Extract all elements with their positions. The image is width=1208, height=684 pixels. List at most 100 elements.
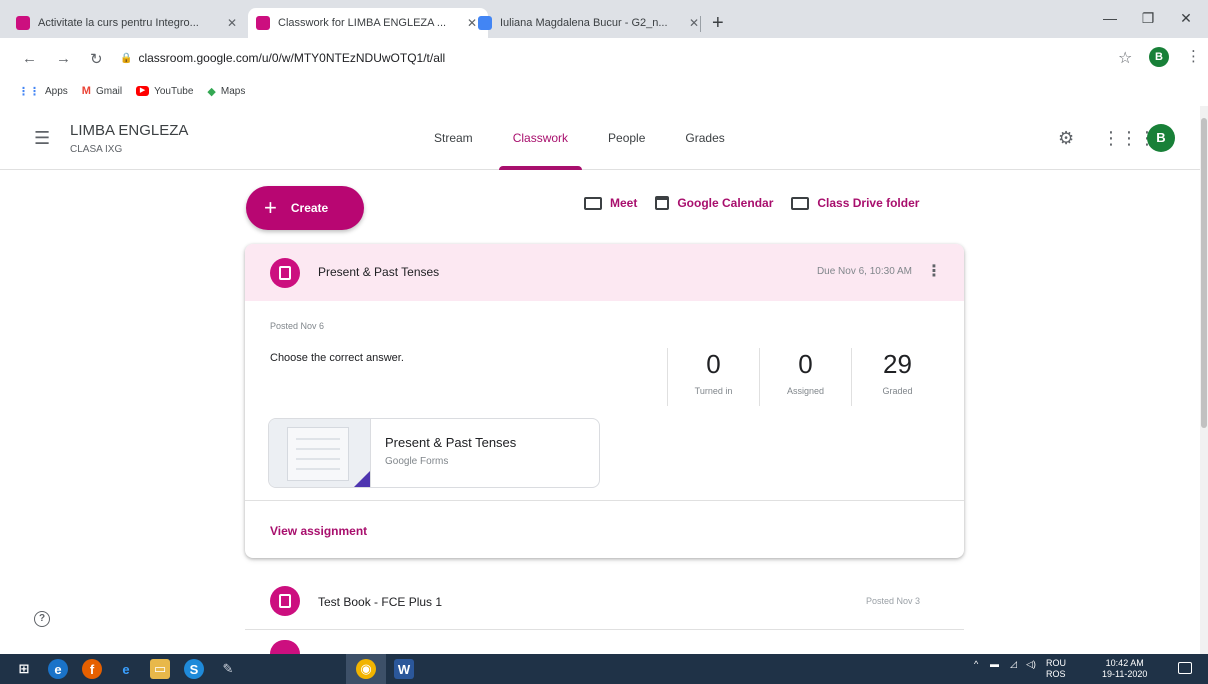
word-icon[interactable]: W <box>394 659 414 679</box>
reload-icon[interactable]: ↻ <box>90 50 103 68</box>
classroom-header: ☰ LIMBA ENGLEZA CLASA IXG Stream Classwo… <box>0 106 1200 170</box>
tab-classwork[interactable]: Classwork <box>493 106 588 170</box>
firefox-icon[interactable]: f <box>82 659 102 679</box>
forward-icon[interactable]: → <box>56 50 71 67</box>
chrome-icon[interactable]: ◉ <box>356 659 376 679</box>
classroom-icon <box>16 16 30 30</box>
maps-icon: ◆ <box>207 85 216 98</box>
bookmarks-bar: ⋮⋮ Apps M Gmail ▶ YouTube ◆ Maps <box>0 78 1208 104</box>
item-posted-date: Posted Nov 3 <box>865 596 920 606</box>
item-title: Test Book - FCE Plus 1 <box>318 595 443 609</box>
forms-corner-icon <box>352 471 370 487</box>
profile-avatar[interactable]: B <box>1149 47 1169 67</box>
meet-link[interactable]: Meet <box>584 196 637 210</box>
browser-tab-1[interactable]: Activitate la curs pentru Integro... ✕ <box>8 8 248 38</box>
browser-menu-icon[interactable]: ⋮ <box>1186 47 1201 65</box>
class-name[interactable]: LIMBA ENGLEZA <box>70 122 188 139</box>
network-wifi-icon[interactable]: ◿ <box>1010 660 1017 669</box>
classwork-item[interactable]: Test Book - FCE Plus 1 Posted Nov 3 <box>245 574 964 630</box>
stat-assigned[interactable]: 0 Assigned <box>759 348 851 406</box>
browser-tab-strip: Activitate la curs pentru Integro... ✕ C… <box>0 0 1208 38</box>
stat-graded[interactable]: 29 Graded <box>851 348 943 406</box>
stat-label: Assigned <box>786 386 825 396</box>
google-calendar-link[interactable]: Google Calendar <box>655 196 773 210</box>
assignment-header[interactable]: Present & Past Tenses Due Nov 6, 10:30 A… <box>245 244 964 301</box>
language-bottom: ROS <box>1046 669 1066 679</box>
classroom-icon <box>256 16 270 30</box>
language-top: ROU <box>1046 658 1066 668</box>
attachment-card[interactable]: Present & Past Tenses Google Forms <box>268 418 600 488</box>
assignment-icon <box>270 640 300 654</box>
address-bar[interactable]: 🔒 classroom.google.com/u/0/w/MTY0NTEzNDU… <box>120 44 1140 72</box>
back-icon[interactable]: ← <box>22 50 37 67</box>
windows-start-icon[interactable]: ⊞ <box>14 659 34 679</box>
tab-stream[interactable]: Stream <box>414 106 493 170</box>
close-window-icon[interactable]: ✕ <box>1176 10 1196 27</box>
bookmark-label: Maps <box>220 85 246 97</box>
apps-icon: ⋮⋮ <box>18 85 40 98</box>
lock-icon: 🔒 <box>120 52 133 64</box>
main-menu-icon[interactable]: ☰ <box>34 128 50 149</box>
docs-icon <box>478 16 492 30</box>
assignment-card: Present & Past Tenses Due Nov 6, 10:30 A… <box>245 244 964 558</box>
edge-icon[interactable]: e <box>48 659 68 679</box>
create-button[interactable]: + Create <box>246 186 364 230</box>
assignment-icon <box>270 258 300 288</box>
clock[interactable]: 10:42 AM 19-11-2020 <box>1102 658 1147 680</box>
stat-turned-in[interactable]: 0 Turned in <box>667 348 759 406</box>
tab-title: Iuliana Magdalena Bucur - G2_n... <box>500 17 668 29</box>
bookmark-youtube[interactable]: ▶ YouTube <box>136 86 193 97</box>
maximize-icon[interactable]: ❐ <box>1138 10 1158 27</box>
bookmark-gmail[interactable]: M Gmail <box>82 85 122 97</box>
class-drive-folder-link[interactable]: Class Drive folder <box>791 196 919 210</box>
tab-people[interactable]: People <box>588 106 665 170</box>
paint-icon[interactable]: ✎ <box>218 659 238 679</box>
youtube-icon: ▶ <box>136 86 150 96</box>
bookmark-star-icon[interactable]: ☆ <box>1118 48 1132 68</box>
minimize-icon[interactable]: — <box>1100 10 1120 26</box>
assignment-title: Present & Past Tenses <box>318 265 440 279</box>
tab-title: Activitate la curs pentru Integro... <box>38 17 199 29</box>
browser-tab-3[interactable]: Iuliana Magdalena Bucur - G2_n... ✕ <box>470 8 710 38</box>
bookmark-label: Apps <box>45 85 68 97</box>
attachment-thumbnail <box>269 419 371 487</box>
scrollbar-thumb[interactable] <box>1201 118 1207 428</box>
calendar-label: Google Calendar <box>677 196 774 210</box>
material-icon <box>270 586 300 616</box>
create-label: Create <box>290 201 329 215</box>
internet-explorer-icon[interactable]: e <box>116 659 136 679</box>
bookmark-label: YouTube <box>154 85 194 97</box>
attachment-title: Present & Past Tenses <box>385 435 517 450</box>
bookmark-maps[interactable]: ◆ Maps <box>207 85 245 98</box>
file-explorer-icon[interactable]: ▭ <box>150 659 170 679</box>
skype-icon[interactable]: S <box>184 659 204 679</box>
more-options-icon[interactable]: ⋮ <box>926 261 942 281</box>
input-language[interactable]: ROU ROS <box>1046 658 1066 680</box>
tray-chevron-icon[interactable]: ^ <box>974 660 978 669</box>
posted-date: Posted Nov 6 <box>270 321 325 331</box>
close-icon[interactable]: ✕ <box>224 16 240 30</box>
tab-grades[interactable]: Grades <box>665 106 744 170</box>
assignment-footer: View assignment <box>245 500 964 558</box>
volume-icon[interactable]: ◁) <box>1026 660 1036 669</box>
account-avatar[interactable]: B <box>1147 124 1175 152</box>
notifications-icon[interactable] <box>1178 662 1192 674</box>
settings-gear-icon[interactable]: ⚙ <box>1058 128 1074 149</box>
video-camera-icon <box>584 196 602 210</box>
help-icon[interactable]: ? <box>34 611 50 627</box>
stat-label: Graded <box>882 386 913 396</box>
stat-value: 0 <box>798 349 813 379</box>
clock-time: 10:42 AM <box>1105 658 1144 668</box>
new-tab-button[interactable]: + <box>712 13 724 33</box>
bookmark-label: Gmail <box>95 85 123 97</box>
assignment-stats: 0 Turned in 0 Assigned 29 Graded <box>667 348 943 406</box>
view-assignment-link[interactable]: View assignment <box>270 524 367 538</box>
network-icon[interactable]: ▬ <box>990 660 999 669</box>
bookmark-apps[interactable]: ⋮⋮ Apps <box>18 85 68 98</box>
browser-tab-2[interactable]: Classwork for LIMBA ENGLEZA ... ✕ <box>248 8 488 38</box>
class-section: CLASA IXG <box>70 144 123 155</box>
assignment-instructions: Choose the correct answer. <box>270 352 404 364</box>
calendar-icon <box>655 196 670 210</box>
windows-taskbar: ⊞ e f e ▭ S ✎ ◉ W ^ ▬ ◿ ◁) ROU ROS 10:42… <box>0 654 1208 684</box>
plus-icon: + <box>264 195 277 220</box>
